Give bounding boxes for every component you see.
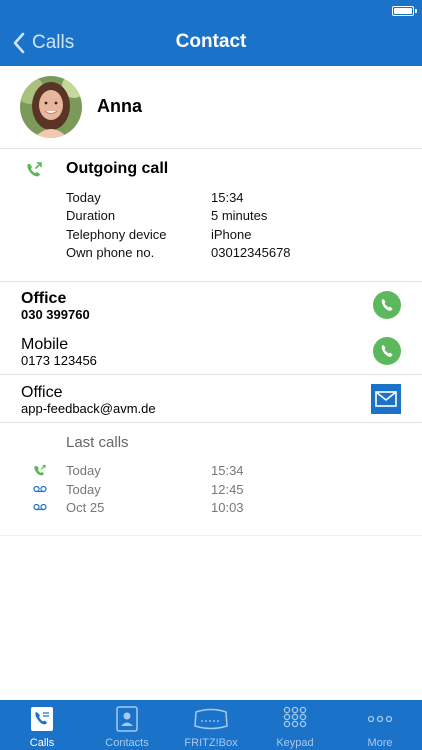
detail-value: 15:34 [211, 190, 244, 205]
email-value[interactable]: app-feedback@avm.de [21, 401, 156, 416]
fritzbox-icon [194, 708, 228, 730]
call-mobile-button[interactable] [373, 337, 401, 365]
tab-bar: Calls Contacts FRITZ!Box Keypad More [0, 700, 422, 750]
tab-label: Keypad [276, 737, 314, 749]
last-calls-title: Last calls [66, 434, 129, 451]
detail-label: Today [66, 190, 101, 205]
tab-label: FRITZ!Box [184, 737, 238, 749]
outgoing-call-icon [27, 162, 42, 177]
avatar [20, 76, 82, 138]
tab-contacts[interactable]: Contacts [84, 700, 170, 750]
last-call-date: Oct 25 [66, 500, 105, 515]
mail-icon [375, 391, 397, 407]
calls-icon [31, 707, 53, 731]
tab-label: More [367, 737, 393, 749]
last-call-date: Today [66, 463, 101, 478]
keypad-icon [283, 706, 307, 728]
number-value[interactable]: 030 399760 [21, 307, 90, 322]
voicemail-icon [33, 503, 47, 511]
divider [0, 374, 422, 375]
battery-icon [392, 6, 417, 16]
tab-label: Contacts [105, 737, 149, 749]
last-call-date: Today [66, 482, 101, 497]
detail-label: Telephony device [66, 227, 167, 242]
contacts-icon [116, 706, 138, 732]
page-title: Contact [175, 31, 247, 52]
tab-more[interactable]: More [338, 700, 422, 750]
detail-value: 5 minutes [211, 208, 268, 223]
number-label: Office [21, 290, 67, 307]
number-value[interactable]: 0173 123456 [21, 353, 97, 368]
tab-fritzbox[interactable]: FRITZ!Box [170, 700, 252, 750]
divider [0, 535, 422, 536]
tab-calls[interactable]: Calls [0, 700, 84, 750]
phone-icon [381, 299, 393, 311]
last-call-time: 12:45 [211, 482, 244, 497]
last-call-time: 10:03 [211, 500, 244, 515]
last-call-time: 15:34 [211, 463, 244, 478]
email-button[interactable] [371, 384, 401, 414]
call-office-button[interactable] [373, 291, 401, 319]
detail-value: iPhone [211, 227, 252, 242]
outgoing-call-icon [34, 464, 46, 476]
tab-keypad[interactable]: Keypad [252, 700, 338, 750]
nav-bar: Calls Contact [0, 0, 422, 66]
contact-name: Anna [97, 96, 142, 116]
call-title: Outgoing call [66, 160, 169, 177]
email-label: Office [21, 384, 63, 401]
number-label: Mobile [21, 336, 69, 353]
divider [0, 148, 422, 149]
voicemail-icon [33, 485, 47, 493]
more-icon [367, 715, 393, 723]
detail-label: Duration [66, 208, 116, 223]
phone-icon [381, 345, 393, 357]
divider [0, 422, 422, 423]
detail-label: Own phone no. [66, 245, 155, 260]
tab-label: Calls [29, 737, 55, 749]
divider [0, 281, 422, 282]
detail-value: 03012345678 [211, 245, 291, 260]
